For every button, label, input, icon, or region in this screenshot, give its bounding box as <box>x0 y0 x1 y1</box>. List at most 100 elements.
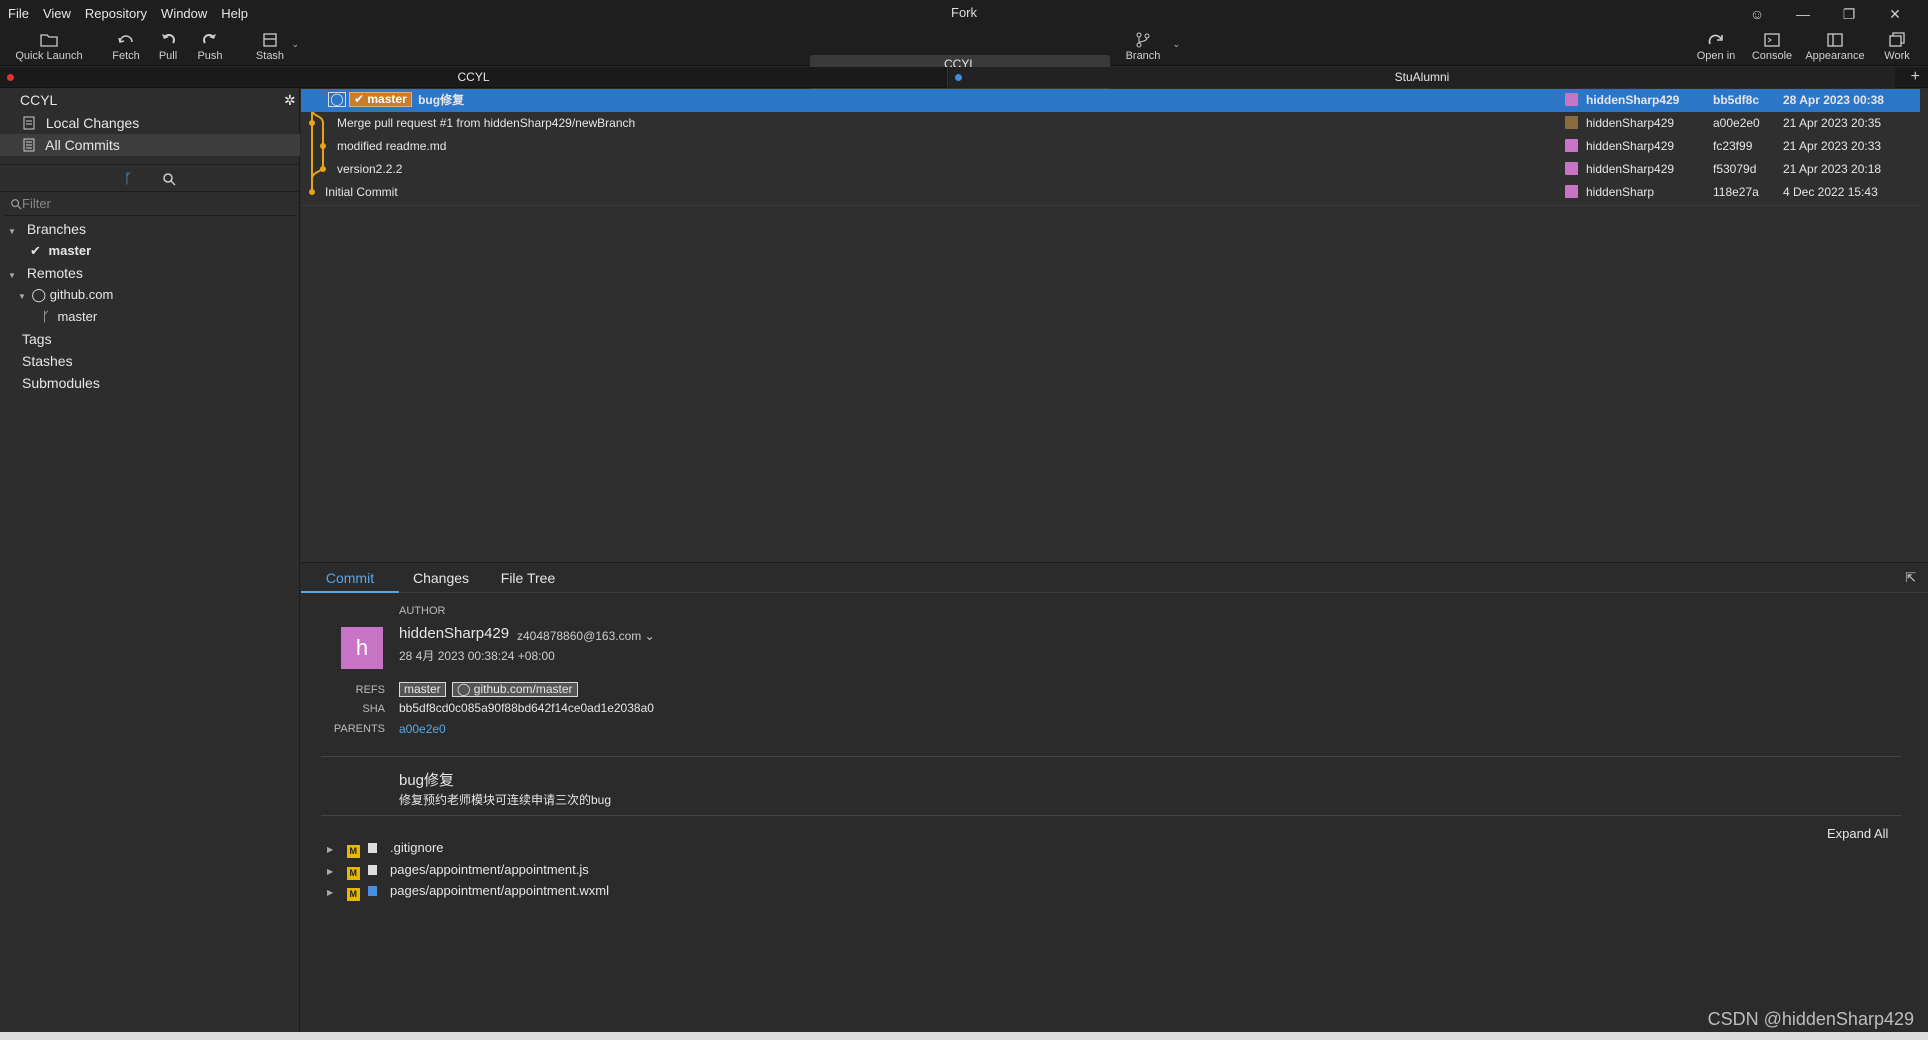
push-button[interactable]: Push <box>193 28 227 66</box>
tab-stualumni[interactable]: StuAlumni <box>949 67 1895 88</box>
author-email[interactable]: z404878860@163.com ⌄ <box>517 629 655 643</box>
local-changes-label: Local Changes <box>45 115 140 131</box>
expand-all-button[interactable]: Expand All <box>1827 826 1888 841</box>
add-tab-icon[interactable]: + <box>1911 67 1920 87</box>
sidebar-tools: ᚴ <box>0 164 300 192</box>
github-ref-icon: ◯ <box>457 682 474 696</box>
commit-list: ◯ ✔ master bug修复 hiddenSharp429 bb5df8c 2… <box>301 89 1928 564</box>
tab-commit[interactable]: Commit <box>301 563 399 593</box>
refs-value: master ◯ github.com/master <box>399 682 581 697</box>
commit-row[interactable]: modified readme.md hiddenSharp429 fc23f9… <box>301 135 1920 158</box>
fetch-button[interactable]: Fetch <box>108 28 144 66</box>
file-row[interactable]: ▶ M pages/appointment/appointment.js <box>327 860 589 880</box>
sha-value: bb5df8cd0c085a90f88bd642f14ce0ad1e2038a0 <box>399 701 654 715</box>
appearance-label: Appearance <box>1805 50 1865 62</box>
commit-row[interactable]: version2.2.2 hiddenSharp429 f53079d 21 A… <box>301 158 1920 181</box>
sidebar-section-stashes[interactable]: Stashes <box>0 350 300 372</box>
console-label: Console <box>1751 50 1793 62</box>
commit-author: hiddenSharp429 <box>1565 89 1679 112</box>
restore-icon[interactable]: ❐ <box>1826 2 1872 26</box>
file-icon <box>368 865 378 875</box>
watermark: CSDN @hiddenSharp429 <box>1707 1009 1914 1029</box>
menu-repository[interactable]: Repository <box>85 6 147 21</box>
document-icon <box>23 116 35 130</box>
feedback-smiley-icon[interactable]: ☺ <box>1734 2 1780 26</box>
commit-author: hiddenSharp <box>1565 181 1654 204</box>
commit-row[interactable]: Merge pull request #1 from hiddenSharp42… <box>301 112 1920 135</box>
app-title: Fork <box>951 5 977 20</box>
menu-file[interactable]: File <box>8 6 29 21</box>
expand-caret-icon: ▶ <box>327 845 334 854</box>
commit-author-name: hiddenSharp429 <box>1586 139 1675 153</box>
commit-row[interactable]: ◯ ✔ master bug修复 hiddenSharp429 bb5df8c 2… <box>301 89 1920 112</box>
tab-file-tree[interactable]: File Tree <box>485 563 571 593</box>
tab-changes[interactable]: Changes <box>399 563 483 593</box>
commit-message: version2.2.2 <box>337 162 403 176</box>
stash-button[interactable]: Stash ⌄ <box>253 28 299 66</box>
branch-icon <box>1136 32 1150 48</box>
sidebar-section-branches[interactable]: ▼ Branches <box>0 218 300 240</box>
ref-tag-master[interactable]: master <box>399 682 446 697</box>
menu-view[interactable]: View <box>43 6 71 21</box>
commit-message: bug修复 <box>418 93 465 107</box>
checkmark-icon: ✔ <box>30 243 41 258</box>
menu-help[interactable]: Help <box>221 6 248 21</box>
quick-launch-button[interactable]: Quick Launch <box>12 28 86 66</box>
branch-chevron-down-icon[interactable]: ⌄ <box>1172 39 1180 50</box>
sidebar: CCYL ✲ Local Changes All Commits ᚴ Filte… <box>0 88 300 1040</box>
sidebar-item-local-changes[interactable]: Local Changes <box>0 112 300 134</box>
sidebar-item-branch-master[interactable]: ✔ master <box>0 240 300 262</box>
filter-input[interactable]: Filter <box>4 192 296 216</box>
open-in-button[interactable]: Open in <box>1694 28 1738 66</box>
fetch-label: Fetch <box>112 50 140 62</box>
appearance-button[interactable]: Appearance <box>1802 28 1868 66</box>
console-button[interactable]: Console <box>1750 28 1794 66</box>
commit-message: Merge pull request #1 from hiddenSharp42… <box>337 116 636 130</box>
commit-row[interactable]: Initial Commit hiddenSharp 118e27a 4 Dec… <box>301 181 1920 204</box>
sidebar-section-tags[interactable]: Tags <box>0 328 300 350</box>
sidebar-section-remotes[interactable]: ▼ Remotes <box>0 262 300 284</box>
tab-ccyl[interactable]: CCYL <box>0 67 948 88</box>
chevron-down-icon[interactable]: ⌄ <box>291 39 299 50</box>
branch-tag-master[interactable]: ✔ master <box>349 92 412 107</box>
pull-button[interactable]: Pull <box>153 28 183 66</box>
commit-author: hiddenSharp429 <box>1565 158 1674 181</box>
minimize-icon[interactable]: — <box>1780 2 1826 26</box>
push-label: Push <box>197 50 223 62</box>
search-icon[interactable] <box>162 172 176 186</box>
taskbar-strip <box>0 1032 1928 1040</box>
submodules-label: Submodules <box>22 375 100 391</box>
menu-window[interactable]: Window <box>161 6 207 21</box>
parent-link[interactable]: a00e2e0 <box>399 722 446 736</box>
divider <box>321 756 1901 757</box>
avatar <box>1565 162 1578 175</box>
file-name: pages/appointment/appointment.wxml <box>390 883 609 898</box>
file-row[interactable]: ▶ M .gitignore <box>327 838 444 858</box>
author-avatar: h <box>341 627 383 669</box>
sidebar-item-all-commits[interactable]: All Commits <box>0 134 300 156</box>
branch-filter-icon[interactable]: ᚴ <box>124 170 132 186</box>
commit-detail-pane: Commit Changes File Tree ⇱ AUTHOR h hidd… <box>301 562 1928 1032</box>
commit-body: 修复预约老师模块可连续申请三次的bug <box>399 793 612 807</box>
popout-icon[interactable]: ⇱ <box>1905 570 1916 586</box>
branches-label: Branches <box>26 221 86 237</box>
push-icon <box>203 34 216 44</box>
commit-date: 4 Dec 2022 15:43 <box>1783 185 1878 199</box>
settings-gear-icon[interactable]: ✲ <box>284 89 296 111</box>
sidebar-section-submodules[interactable]: Submodules <box>0 372 300 394</box>
sidebar-repo-name[interactable]: CCYL ✲ <box>0 89 300 111</box>
file-row[interactable]: ▶ M pages/appointment/appointment.wxml <box>327 881 609 901</box>
close-icon[interactable]: ✕ <box>1872 2 1918 26</box>
tab-ccyl-label: CCYL <box>457 70 490 84</box>
appearance-icon <box>1827 33 1843 47</box>
expand-caret-icon: ▶ <box>327 888 334 897</box>
workspace-button[interactable]: Work <box>1880 28 1914 66</box>
commit-subject: bug修复 <box>399 772 455 789</box>
sidebar-item-remote-master[interactable]: ᚴ master <box>0 306 300 328</box>
stash-label: Stash <box>255 50 285 62</box>
ref-tag-remote[interactable]: ◯ github.com/master <box>452 682 578 697</box>
branch-master-label: master <box>48 243 92 258</box>
tab-dot-red <box>7 74 14 81</box>
branch-button[interactable]: Branch ⌄ <box>1124 28 1180 66</box>
sidebar-item-remote-github[interactable]: ▼ ◯ github.com <box>0 284 300 306</box>
